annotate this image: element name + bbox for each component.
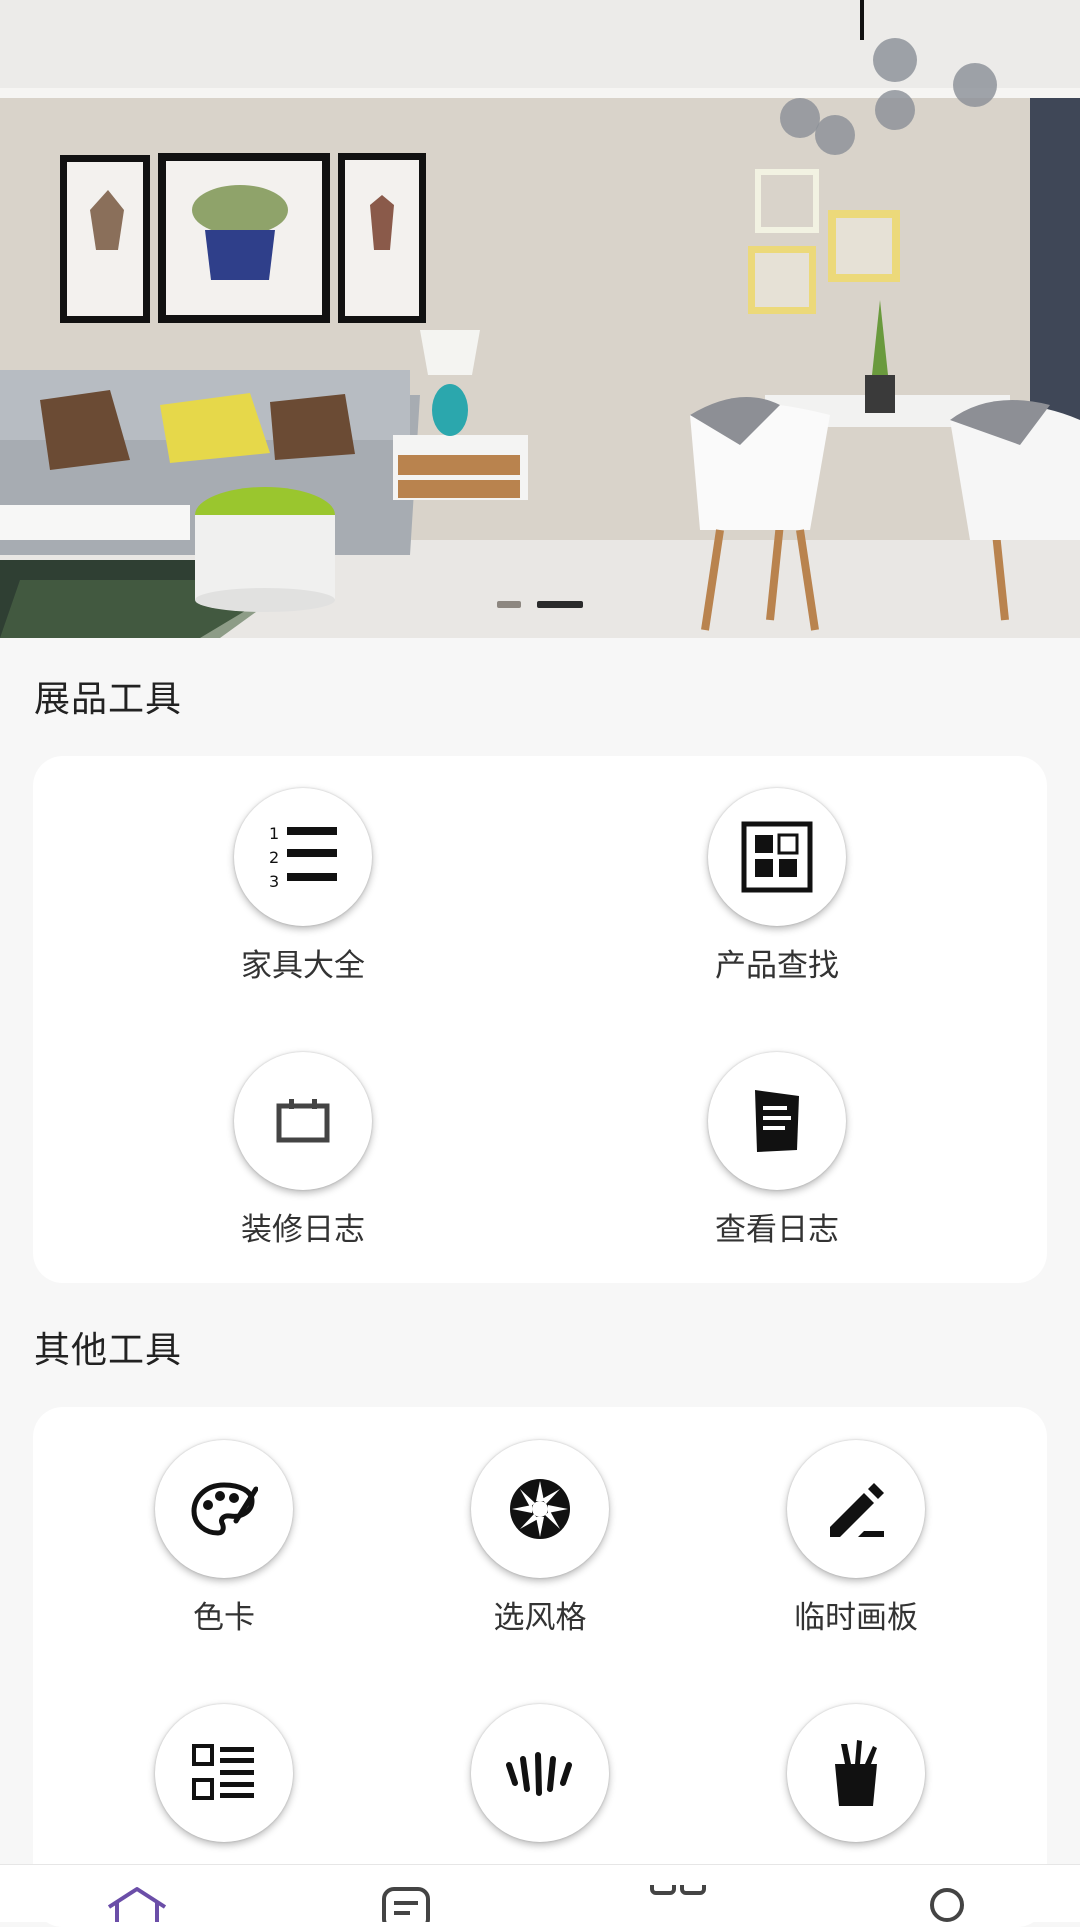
bottom-nav <box>0 1864 1080 1922</box>
tool-circle[interactable] <box>787 1440 925 1578</box>
exhibit-tools-card: 1 2 3 家具大全 产品查找 装修日志 查看日志 <box>33 756 1047 1283</box>
svg-text:2: 2 <box>269 848 279 867</box>
calendar-icon <box>276 1099 330 1143</box>
tool-temp-drawing-board[interactable]: 临时画板 <box>756 1440 956 1637</box>
tool-circle[interactable] <box>787 1704 925 1842</box>
carousel-dot-1[interactable] <box>497 601 521 608</box>
message-icon <box>382 1887 430 1922</box>
carousel-indicator <box>0 601 1080 611</box>
nav-apps[interactable] <box>640 1865 720 1922</box>
tool-circle[interactable] <box>471 1704 609 1842</box>
carousel-dot-2-active[interactable] <box>537 601 583 608</box>
tool-circle[interactable] <box>155 1704 293 1842</box>
tool-product-search[interactable]: 产品查找 <box>677 788 877 985</box>
list-icon <box>192 1744 254 1800</box>
tool-label: 装修日志 <box>241 1212 365 1248</box>
tool-label: 查看日志 <box>715 1212 839 1248</box>
tool-circle[interactable] <box>471 1440 609 1578</box>
document-icon <box>755 1090 799 1152</box>
brush-cup-icon <box>835 1740 877 1806</box>
nav-profile[interactable] <box>915 1865 995 1922</box>
tool-color-card[interactable]: 色卡 <box>124 1440 324 1637</box>
palette-icon <box>191 1482 258 1536</box>
numbered-list-icon: 1 2 3 <box>269 824 337 891</box>
tool-choose-style[interactable]: 选风格 <box>440 1440 640 1637</box>
tool-renovation-log[interactable]: 装修日志 <box>203 1052 403 1249</box>
nav-home[interactable] <box>95 1865 175 1922</box>
banner-carousel[interactable] <box>0 0 1080 638</box>
tool-label: 临时画板 <box>794 1600 918 1636</box>
tool-view-log[interactable]: 查看日志 <box>677 1052 877 1249</box>
pencil-icon <box>830 1483 884 1537</box>
tool-circle[interactable] <box>708 788 846 926</box>
section-title-exhibit-tools: 展品工具 <box>34 679 183 720</box>
svg-text:1: 1 <box>269 824 279 843</box>
tool-label: 家具大全 <box>241 948 365 984</box>
svg-text:3: 3 <box>269 872 279 891</box>
home-icon <box>107 1887 167 1922</box>
tool-circle[interactable] <box>708 1052 846 1190</box>
tool-circle[interactable] <box>155 1440 293 1578</box>
tool-furniture-catalog[interactable]: 1 2 3 家具大全 <box>203 788 403 985</box>
apps-icon <box>650 1885 706 1895</box>
fan-icon <box>506 1752 572 1796</box>
section-title-other-tools: 其他工具 <box>34 1330 183 1371</box>
banner-image <box>0 0 1080 638</box>
other-tools-card: 色卡 选风格 临时画板 <box>33 1407 1047 1927</box>
tool-label: 产品查找 <box>715 948 839 984</box>
tool-label: 选风格 <box>493 1600 587 1636</box>
grid-search-icon <box>741 821 813 893</box>
nav-messages[interactable] <box>370 1865 450 1922</box>
aperture-icon <box>510 1479 570 1539</box>
tool-circle[interactable]: 1 2 3 <box>234 788 372 926</box>
profile-icon <box>930 1888 964 1922</box>
tool-circle[interactable] <box>234 1052 372 1190</box>
tool-label: 色卡 <box>193 1600 255 1636</box>
